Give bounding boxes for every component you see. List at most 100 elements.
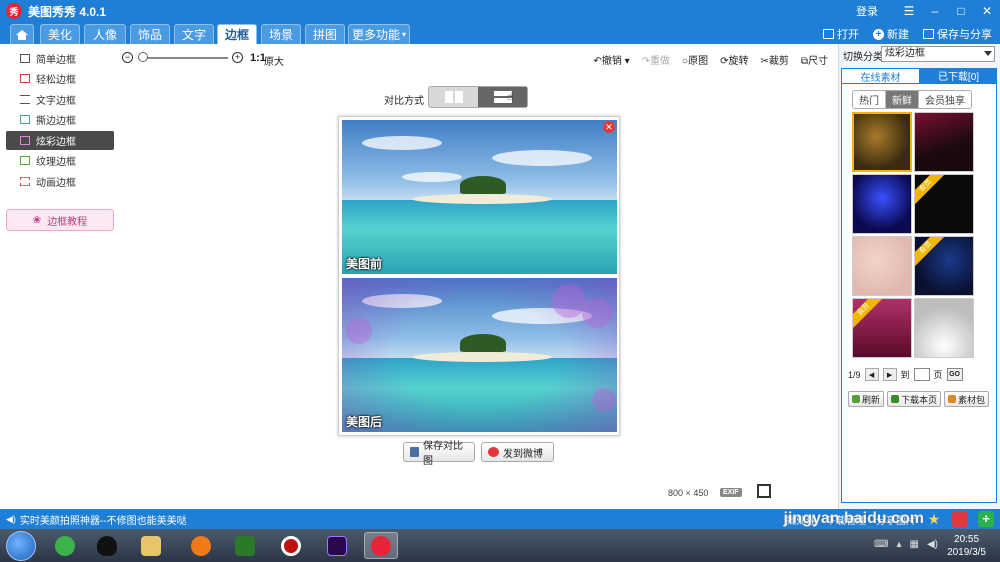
fit-view-icon[interactable]	[757, 484, 771, 498]
sidebar-item-texture-frame[interactable]: 纹理边框	[6, 151, 114, 170]
material-pack-label: 素材包	[958, 394, 986, 405]
sidebar-item-colorful-frame[interactable]: 炫彩边框	[6, 131, 114, 150]
speaker-icon: ◀)	[6, 513, 16, 524]
undo-button[interactable]: ↶撤销 ▾	[593, 52, 629, 67]
taskbar-app[interactable]	[48, 532, 82, 559]
crop-button[interactable]: ✂裁剪	[760, 52, 788, 67]
close-icon[interactable]: ✕	[974, 4, 1000, 18]
close-compare-icon[interactable]: ✕	[603, 121, 615, 133]
star-icon[interactable]: ★	[926, 511, 942, 527]
material-thumb[interactable]: 会员	[914, 174, 974, 234]
tab-beautify[interactable]: 美化	[40, 24, 80, 44]
split-horizontal-icon	[444, 91, 463, 103]
filter-vip[interactable]: 会员独享	[919, 91, 971, 108]
material-thumb[interactable]	[914, 298, 974, 358]
taskbar-app[interactable]	[320, 532, 354, 559]
save-share-button[interactable]: 保存与分享	[923, 26, 992, 42]
animated-frame-icon	[20, 177, 30, 186]
new-button[interactable]: + 新建	[873, 26, 909, 42]
open-button[interactable]: 打开	[823, 26, 859, 42]
tab-accessories[interactable]: 饰品	[130, 24, 170, 44]
page-number-input[interactable]	[913, 368, 930, 381]
prev-page-icon[interactable]: ◀	[864, 368, 879, 381]
title-bar: 秀 美图秀秀 4.0.1 登录 ☰ – □ ✕	[0, 0, 1000, 22]
download-page-button[interactable]: 下载本页	[887, 391, 942, 407]
taskbar-app-meitu[interactable]	[364, 532, 398, 559]
taskbar-app[interactable]	[274, 532, 308, 559]
sidebar-item-simple-frame[interactable]: 简单边框	[6, 49, 114, 68]
save-icon	[923, 29, 934, 39]
page-info: 1/9	[848, 369, 861, 380]
tab-online-materials[interactable]: 在线素材	[841, 68, 920, 84]
tab-collage[interactable]: 拼图	[305, 24, 345, 44]
status-message[interactable]: 实时美颜拍照神器--不修图也能美美哒	[20, 512, 187, 527]
original-image-button[interactable]: ○原图	[682, 52, 708, 67]
material-thumb[interactable]: 会员	[852, 298, 912, 358]
taskbar-app[interactable]	[134, 532, 168, 559]
original-size-label[interactable]: 原大	[264, 53, 284, 68]
refresh-button[interactable]: 刷新	[848, 391, 885, 407]
save-share-label: 保存与分享	[937, 29, 992, 41]
browser-360-icon	[55, 535, 75, 556]
network-icon[interactable]: ▦	[910, 539, 919, 550]
material-thumb[interactable]	[852, 174, 912, 234]
tab-portrait[interactable]: 人像	[84, 24, 126, 44]
resize-label: 尺寸	[808, 56, 828, 67]
weibo-icon[interactable]	[952, 511, 968, 527]
tab-more-features[interactable]: 更多功能 ▾	[348, 24, 410, 44]
material-pack-button[interactable]: 素材包	[944, 391, 990, 407]
sidebar-item-easy-frame[interactable]: 轻松边框	[6, 69, 114, 88]
go-button[interactable]: GO	[946, 368, 963, 381]
taskbar-app[interactable]	[184, 532, 218, 559]
menu-icon[interactable]: ☰	[896, 4, 922, 18]
tab-frames[interactable]: 边框	[217, 24, 257, 44]
add-icon[interactable]: +	[978, 511, 994, 527]
zoom-slider-handle[interactable]	[138, 52, 148, 62]
taskbar-app[interactable]	[90, 532, 124, 559]
sidebar-item-label: 轻松边框	[36, 75, 76, 86]
exif-button[interactable]: EXIF	[720, 488, 742, 497]
zoom-out-icon[interactable]: −	[122, 52, 133, 63]
rotate-button[interactable]: ⟳旋转	[720, 52, 748, 67]
category-select[interactable]: 炫彩边框	[881, 46, 995, 62]
start-button[interactable]	[6, 531, 36, 561]
premiere-icon	[327, 535, 347, 556]
taskbar-app[interactable]	[228, 532, 262, 559]
tab-text[interactable]: 文字	[174, 24, 214, 44]
frame-tutorial-button[interactable]: ❀ 边框教程	[6, 209, 114, 231]
image-height: 450	[693, 488, 709, 498]
zoom-in-icon[interactable]: +	[232, 52, 243, 63]
redo-button[interactable]: ↷重做	[642, 52, 670, 67]
save-compare-button[interactable]: 保存对比图	[403, 441, 475, 467]
volume-icon[interactable]: ◀)	[927, 539, 938, 550]
tab-downloaded[interactable]: 已下载[0]	[920, 68, 997, 83]
main-tabbar: 美化 人像 饰品 文字 边框 场景 拼图 更多功能 ▾ 打开 + 新建 保存与分…	[0, 22, 1000, 44]
zoom-slider[interactable]	[138, 57, 228, 59]
system-clock[interactable]: 20:55 2019/3/5	[947, 533, 986, 559]
material-thumb[interactable]	[852, 112, 912, 172]
keyboard-icon[interactable]: ⌨	[874, 539, 888, 550]
material-thumb[interactable]	[852, 236, 912, 296]
filter-new[interactable]: 新鲜	[886, 91, 919, 108]
login-link[interactable]: 登录	[856, 3, 878, 19]
compare-stacked-button[interactable]	[478, 87, 527, 107]
compare-side-by-side-button[interactable]	[429, 87, 478, 107]
app-logo-icon: 秀	[6, 3, 22, 19]
tab-scenes[interactable]: 场景	[261, 24, 301, 44]
sidebar-item-torn-frame[interactable]: 撕边边框	[6, 110, 114, 129]
tab-home[interactable]	[10, 24, 34, 44]
torn-frame-icon	[20, 115, 30, 124]
chevron-up-icon[interactable]: ▴	[896, 539, 901, 550]
maximize-icon[interactable]: □	[948, 4, 974, 18]
send-to-weibo-button[interactable]: 发到微博	[481, 442, 554, 462]
material-thumb[interactable]	[914, 112, 974, 172]
next-page-icon[interactable]: ▶	[882, 368, 897, 381]
material-thumb[interactable]: 会员	[914, 236, 974, 296]
minimize-icon[interactable]: –	[922, 4, 948, 18]
send-weibo-label: 发到微博	[503, 448, 543, 460]
resize-button[interactable]: ⧉尺寸	[801, 52, 828, 67]
original-label: 原图	[688, 56, 709, 67]
sidebar-item-text-frame[interactable]: 文字边框	[6, 90, 114, 109]
sidebar-item-animated-frame[interactable]: 动画边框	[6, 172, 114, 191]
filter-hot[interactable]: 热门	[853, 91, 886, 108]
